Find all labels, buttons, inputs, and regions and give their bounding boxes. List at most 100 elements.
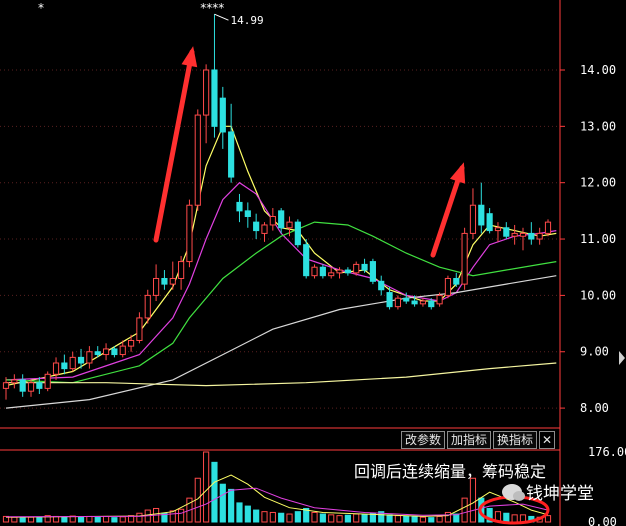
rally-arrow-2	[430, 162, 466, 258]
volume-bar-up	[286, 513, 293, 523]
volume-bar-down	[294, 511, 301, 523]
moving-average-layer	[5, 125, 557, 409]
volume-bar-up	[269, 511, 276, 523]
volume-bar-down	[428, 517, 435, 523]
max-label-pointer	[214, 13, 229, 21]
candle-down	[253, 221, 260, 232]
candle-up	[311, 266, 318, 277]
grid-layer	[0, 69, 560, 451]
volume-bar-up	[311, 511, 318, 523]
candle-layer	[2, 14, 552, 400]
ma5-line	[5, 125, 557, 387]
candle-down	[19, 379, 26, 392]
volume-bar-up	[394, 515, 401, 523]
volume-bar-down	[77, 516, 85, 523]
candle-up	[269, 216, 276, 226]
ma250-line	[6, 362, 557, 387]
price-tick-label: 13.00	[580, 119, 616, 133]
volume-bar-up	[11, 516, 18, 523]
candle-up	[469, 204, 477, 234]
volume-bar-down	[344, 514, 351, 523]
candle-up	[136, 317, 143, 341]
price-tick-label: 8.00	[580, 401, 609, 415]
volume-bar-up	[119, 516, 126, 523]
candle-up	[419, 300, 427, 305]
volume-bar-down	[411, 516, 418, 523]
candle-up	[102, 348, 110, 356]
candle-down	[453, 277, 460, 285]
volume-bar-up	[461, 497, 468, 523]
candle-down	[303, 244, 310, 277]
price-axis: 14.00 13.00 12.00 11.00 10.00 9.00 8.00 176.00 0…	[559, 0, 626, 526]
candle-down	[36, 382, 43, 389]
volume-bar-down	[319, 513, 326, 523]
candle-down	[386, 292, 393, 308]
volume-bar-down	[278, 512, 285, 523]
candle-down	[219, 97, 226, 133]
candle-down	[478, 204, 485, 226]
volume-bar-up	[336, 515, 343, 523]
volume-tick-label: 176.00	[588, 445, 626, 459]
volume-bar-up	[419, 516, 427, 523]
wechat-icon	[502, 483, 525, 501]
candle-down	[428, 300, 435, 308]
volume-bar-up	[52, 515, 60, 523]
candle-down	[94, 351, 101, 356]
event-marker-group: ****	[200, 1, 224, 15]
candle-up	[11, 379, 18, 384]
add-indicator-button[interactable]: 加指标	[447, 431, 492, 449]
candle-up	[511, 232, 518, 237]
volume-bar-down	[361, 514, 368, 523]
candle-up	[544, 221, 552, 234]
volume-bar-down	[253, 509, 260, 523]
arrow-head	[181, 46, 198, 68]
watermark: 钱坤学堂	[502, 479, 594, 504]
volume-bar-up	[178, 508, 185, 523]
price-tick-label: 9.00	[580, 345, 609, 359]
volume-bar-down	[19, 517, 26, 523]
candle-up	[52, 362, 60, 375]
price-tick-label: 14.00	[580, 63, 616, 77]
event-marker: *	[38, 1, 44, 15]
candle-up	[444, 277, 452, 296]
volume-bar-up	[27, 516, 35, 523]
volume-bar-up	[469, 477, 477, 523]
volume-bar-down	[228, 488, 235, 523]
volume-bar-up	[444, 511, 452, 523]
candle-up	[436, 294, 443, 305]
candle-up	[336, 269, 343, 274]
candle-down	[403, 297, 410, 302]
candle-down	[503, 227, 510, 237]
candle-down	[294, 221, 301, 246]
volume-bar-up	[203, 451, 210, 523]
candle-down	[77, 356, 85, 364]
candle-up	[153, 277, 160, 296]
volume-bar-up	[353, 513, 360, 523]
volume-bar-up	[328, 514, 335, 523]
candle-up	[169, 277, 176, 285]
candle-up	[286, 221, 293, 229]
candle-down	[528, 232, 535, 240]
volume-bar-up	[102, 515, 110, 523]
volume-bar-down	[211, 461, 218, 523]
candle-down	[344, 269, 351, 274]
candle-up	[86, 351, 93, 364]
modify-params-button[interactable]: 改参数	[401, 431, 446, 449]
candle-down	[278, 210, 285, 229]
candle-down	[378, 280, 385, 291]
volume-bar-up	[261, 511, 268, 523]
candle-up	[127, 339, 135, 347]
volume-bar-up	[511, 514, 518, 523]
close-icon[interactable]: ✕	[539, 431, 556, 449]
candle-up	[394, 297, 401, 308]
candle-up	[353, 263, 360, 274]
candle-down	[211, 69, 218, 127]
candle-up	[328, 272, 335, 277]
candle-down	[486, 213, 493, 232]
volume-bar-up	[436, 515, 443, 523]
volume-bar-down	[219, 483, 226, 523]
volume-bar-down	[111, 517, 118, 523]
price-tick-label: 12.00	[580, 176, 616, 190]
switch-indicator-button[interactable]: 换指标	[493, 431, 538, 449]
candle-down	[411, 300, 418, 305]
